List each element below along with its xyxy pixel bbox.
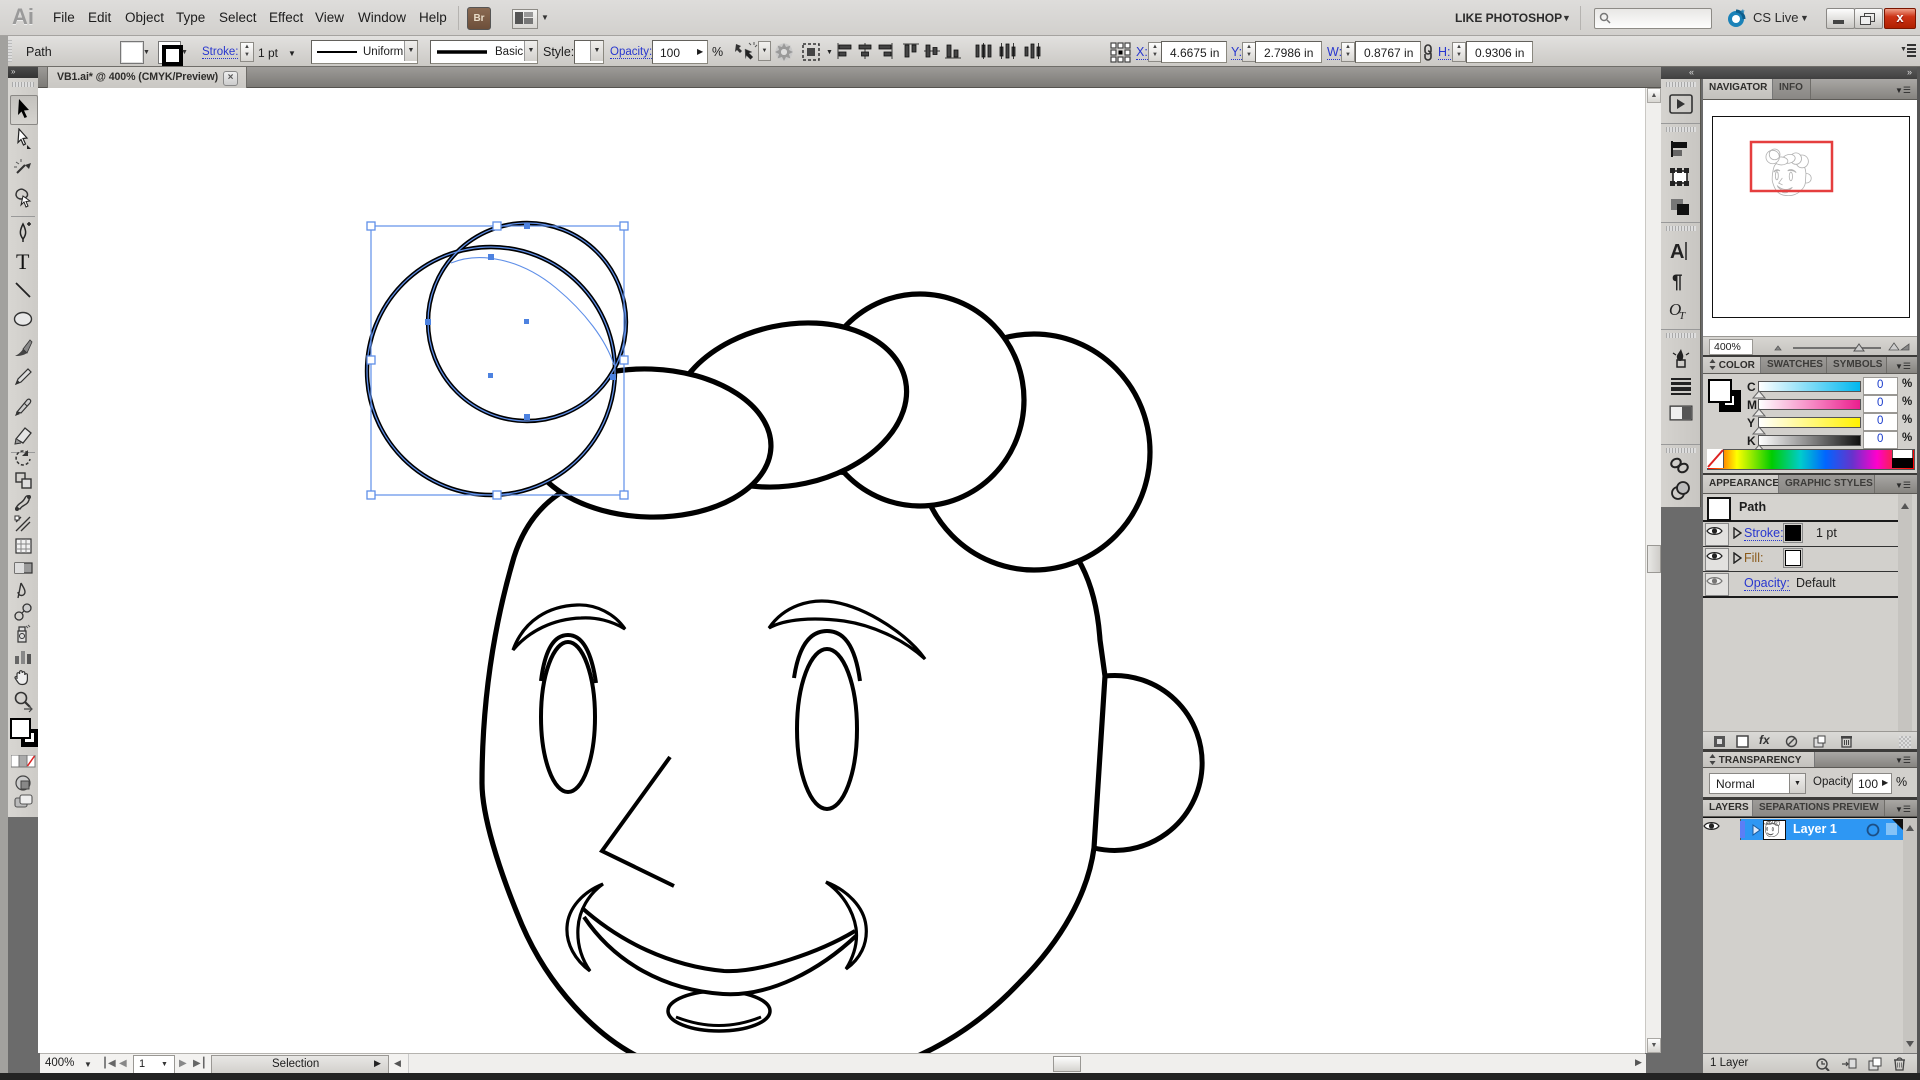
svg-text:T: T [1679, 310, 1686, 321]
svg-text:T: T [16, 251, 30, 273]
svg-text:¶: ¶ [1672, 272, 1683, 291]
svg-text:A: A [1670, 241, 1684, 262]
svg-text:*: * [1741, 9, 1745, 18]
